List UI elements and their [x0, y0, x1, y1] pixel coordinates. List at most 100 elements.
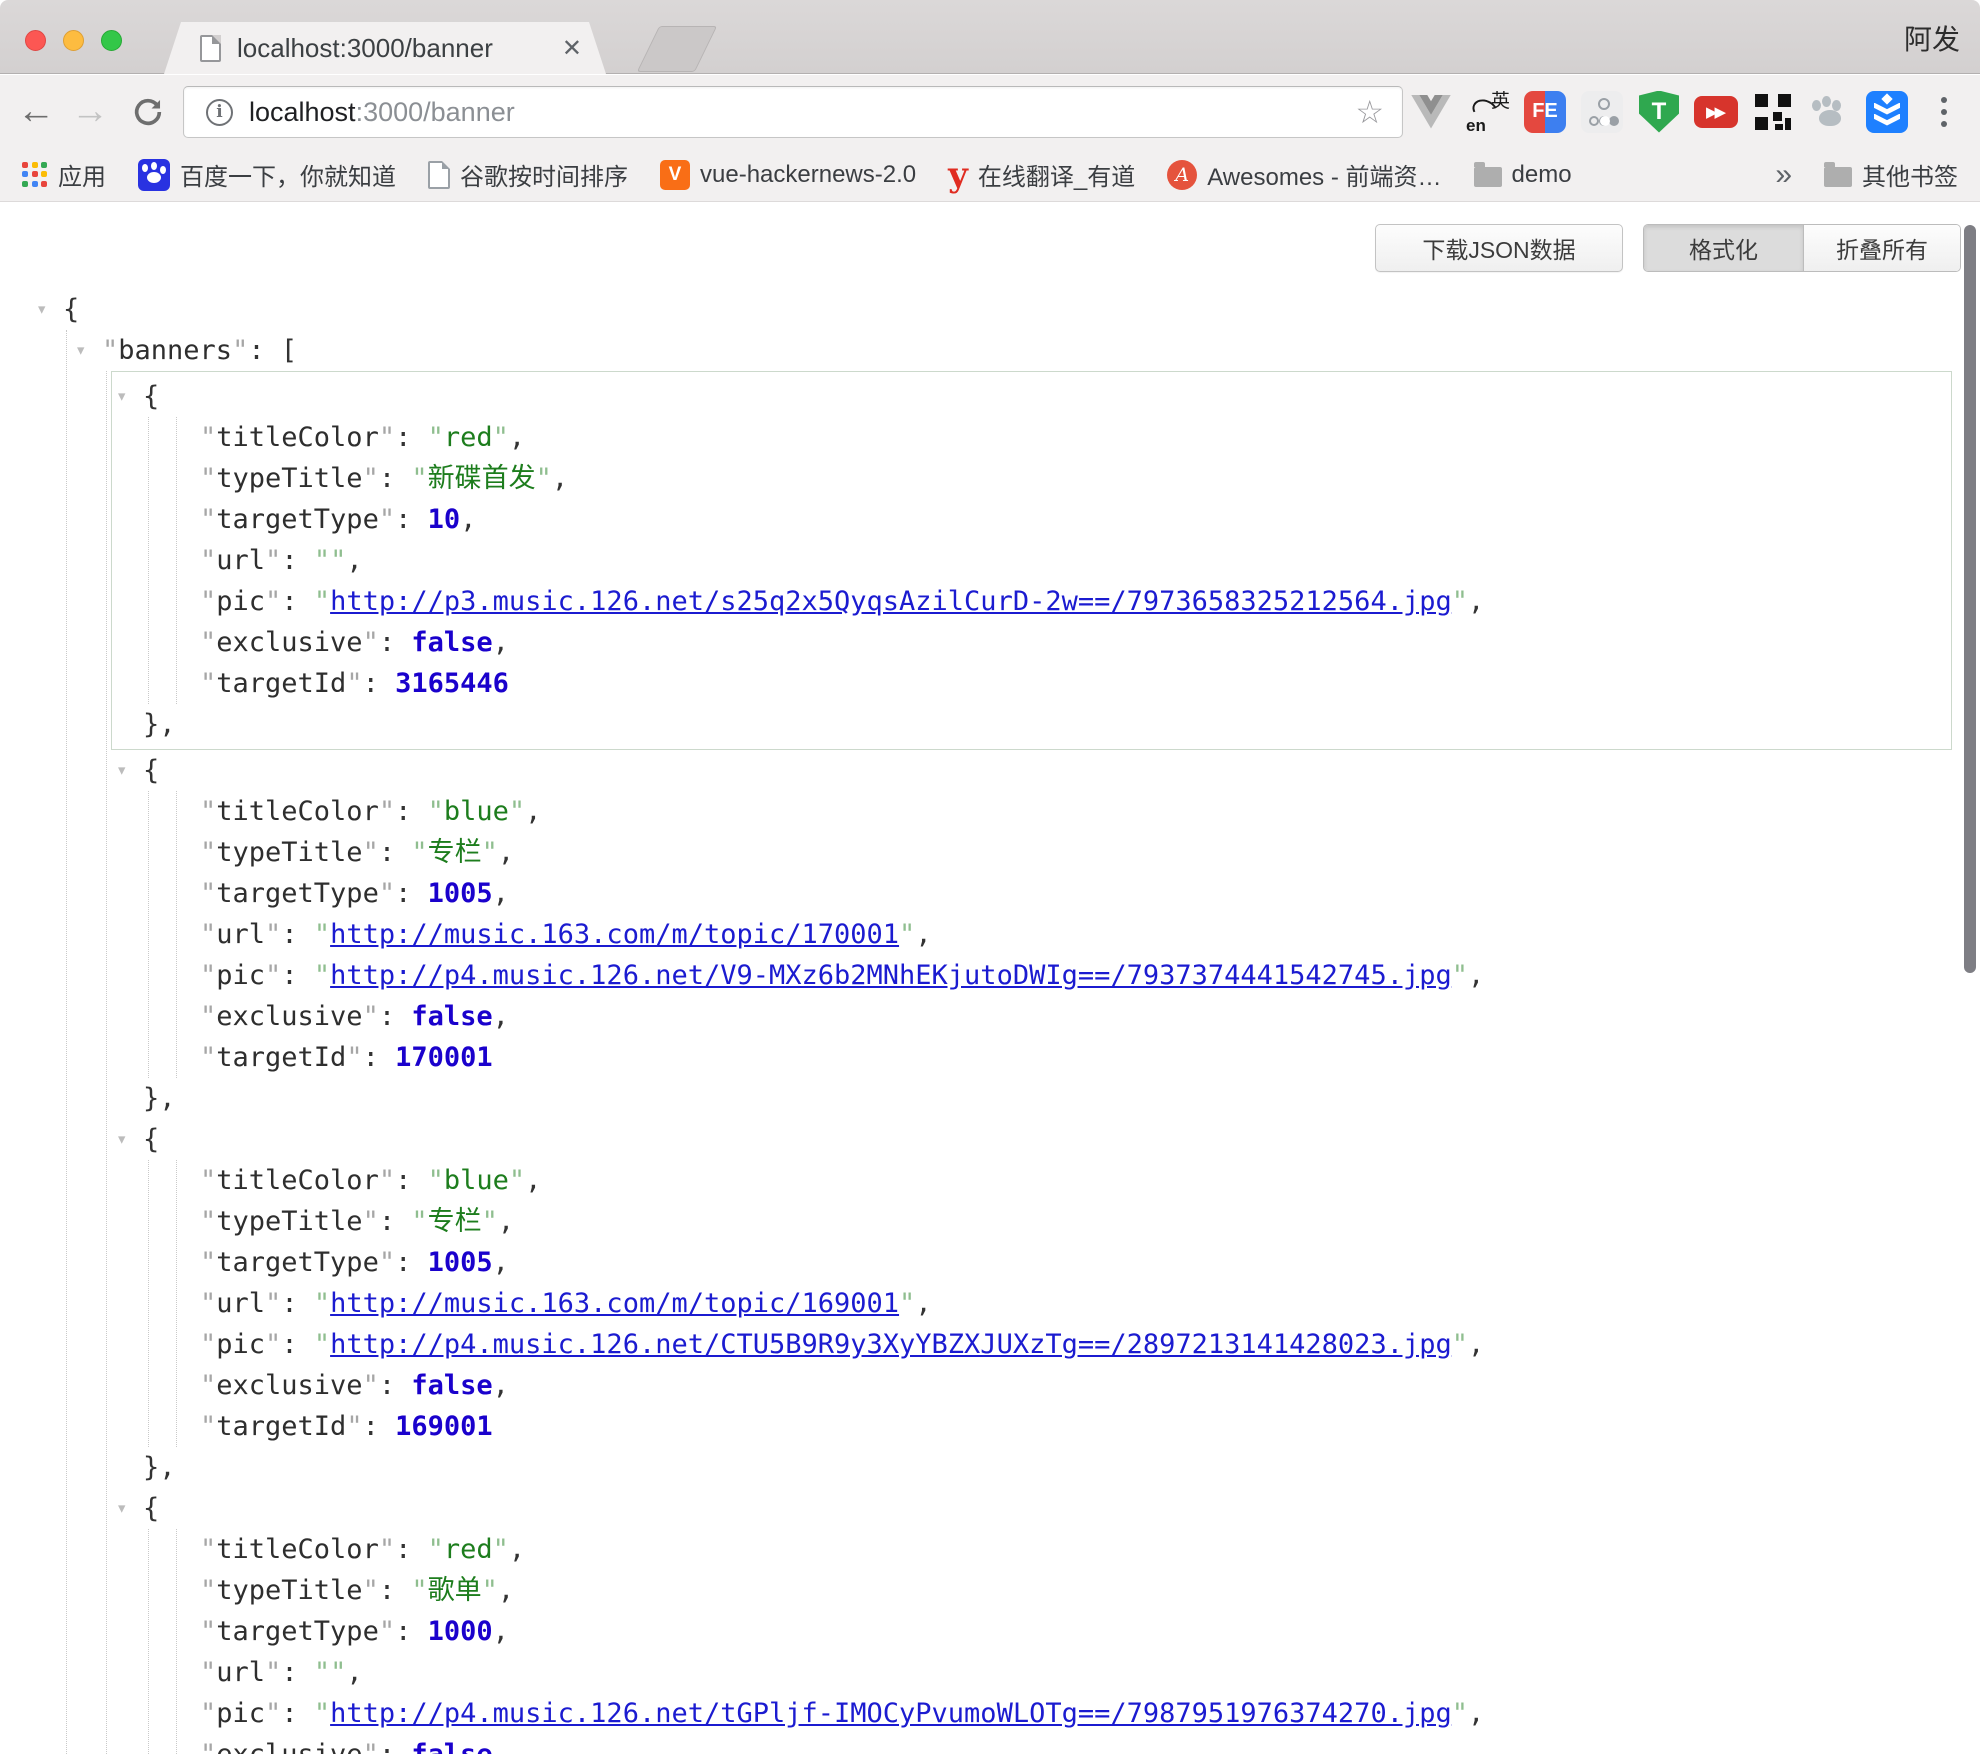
- bookmark-google-sort[interactable]: 谷歌按时间排序: [428, 157, 628, 192]
- json-string: red: [444, 422, 493, 453]
- json-jp: ,: [1468, 960, 1484, 991]
- json-jq: ": [200, 1165, 216, 1196]
- bookmark-baidu[interactable]: 百度一下，你就知道: [138, 157, 396, 192]
- other-bookmarks[interactable]: 其他书签: [1824, 157, 1958, 192]
- json-jq: ": [200, 627, 216, 658]
- json-jq: ": [200, 1206, 216, 1237]
- sitemap-icon[interactable]: [1580, 90, 1624, 134]
- collapse-all-button[interactable]: 折叠所有: [1804, 225, 1960, 271]
- bookmark-awesomes[interactable]: A Awesomes - 前端资…: [1167, 157, 1441, 192]
- json-jp: :: [281, 1329, 314, 1360]
- json-jq: ": [265, 545, 281, 576]
- json-number: 170001: [395, 1042, 493, 1073]
- page-info-icon[interactable]: i: [206, 99, 233, 126]
- json-jq: ": [200, 545, 216, 576]
- json-jqs: ": [428, 796, 444, 827]
- json-jp: ,: [915, 919, 931, 950]
- bookmark-star-icon[interactable]: ☆: [1355, 93, 1384, 131]
- json-property-targetId: "targetId": 169001: [0, 1406, 1980, 1447]
- reload-button[interactable]: [126, 75, 170, 148]
- json-jp: :: [379, 627, 412, 658]
- json-jp: ,: [915, 1288, 931, 1319]
- json-string: 专栏: [428, 1206, 482, 1237]
- json-string: blue: [444, 796, 509, 827]
- new-tab-button[interactable]: [637, 26, 717, 72]
- json-jp: ,: [493, 878, 509, 909]
- json-link[interactable]: http://p3.music.126.net/s25q2x5QyqsAzilC…: [330, 586, 1452, 617]
- tampermonkey-icon[interactable]: T: [1637, 90, 1681, 134]
- json-link[interactable]: http://p4.music.126.net/CTU5B9R9y3XyYBZX…: [330, 1329, 1452, 1360]
- json-jqs: ": [536, 463, 552, 494]
- json-boolean: false: [411, 1370, 492, 1401]
- json-banners-key: ▾"banners": [: [0, 330, 1980, 371]
- bookmark-apps[interactable]: 应用: [22, 157, 106, 192]
- json-jq: ": [265, 1329, 281, 1360]
- browser-menu-icon[interactable]: [1922, 90, 1966, 134]
- json-jq: ": [200, 960, 216, 991]
- expand-toggle-icon[interactable]: ▾: [116, 1119, 127, 1160]
- json-number: 1005: [428, 878, 493, 909]
- vue-devtools-icon[interactable]: [1409, 90, 1453, 134]
- expand-toggle-icon[interactable]: ▾: [116, 750, 127, 791]
- three-dots-icon: [1939, 90, 1949, 134]
- video-speed-icon[interactable]: ▶▶: [1694, 90, 1738, 134]
- json-jp: ,: [498, 837, 514, 868]
- expand-toggle-icon[interactable]: ▾: [116, 376, 127, 417]
- json-jqs: ": [509, 796, 525, 827]
- minimize-window-button[interactable]: [63, 30, 84, 51]
- json-jp: ,: [525, 1165, 541, 1196]
- json-key: exclusive: [216, 1001, 362, 1032]
- json-link[interactable]: http://music.163.com/m/topic/169001: [330, 1288, 899, 1319]
- json-string: red: [444, 1534, 493, 1565]
- json-jq: ": [200, 1247, 216, 1278]
- json-jq: ": [200, 1288, 216, 1319]
- fehelper-icon[interactable]: FE: [1523, 90, 1567, 134]
- juejin-icon[interactable]: [1865, 90, 1909, 134]
- fullscreen-window-button[interactable]: [101, 30, 122, 51]
- bookmark-vue-hackernews[interactable]: V vue-hackernews-2.0: [660, 160, 916, 190]
- back-button[interactable]: ←: [14, 75, 58, 148]
- browser-tab[interactable]: localhost:3000/banner ✕: [164, 22, 606, 74]
- json-jq: ": [200, 504, 216, 535]
- qr-glyph-icon: [1755, 94, 1791, 130]
- json-property-targetId: "targetId": 3165446: [112, 663, 1951, 704]
- qrcode-icon[interactable]: [1751, 90, 1795, 134]
- json-jp: :: [281, 960, 314, 991]
- json-property-targetId: "targetId": 170001: [0, 1037, 1980, 1078]
- bookmark-youdao[interactable]: y 在线翻译_有道: [948, 157, 1135, 192]
- json-jp: :: [363, 668, 396, 699]
- json-jp: ,: [159, 1452, 175, 1483]
- translate-icon[interactable]: 英 en: [1466, 90, 1510, 134]
- bookmark-demo-folder[interactable]: demo: [1474, 161, 1572, 189]
- json-jq: ": [363, 1575, 379, 1606]
- json-jq: ": [363, 837, 379, 868]
- bookmarks-overflow-chevron[interactable]: »: [1775, 158, 1792, 192]
- expand-toggle-icon[interactable]: ▾: [75, 330, 86, 371]
- json-link[interactable]: http://music.163.com/m/topic/170001: [330, 919, 899, 950]
- json-link[interactable]: http://p4.music.126.net/tGPljf-IMOCyPvum…: [330, 1698, 1452, 1729]
- json-key: targetId: [216, 1411, 346, 1442]
- json-jq: ": [200, 1001, 216, 1032]
- json-link[interactable]: http://p4.music.126.net/V9-MXz6b2MNhEKju…: [330, 960, 1452, 991]
- expand-toggle-icon[interactable]: ▾: [36, 289, 47, 330]
- json-jqs: ": [314, 545, 330, 576]
- close-window-button[interactable]: [25, 30, 46, 51]
- json-jq: ": [200, 1411, 216, 1442]
- json-jbrace: {: [143, 1493, 159, 1524]
- format-button[interactable]: 格式化: [1644, 225, 1804, 271]
- url-host: localhost: [249, 97, 356, 127]
- download-json-button[interactable]: 下载JSON数据: [1375, 224, 1623, 272]
- address-bar[interactable]: i localhost:3000/banner ☆: [183, 86, 1403, 138]
- profile-name[interactable]: 阿发: [1904, 18, 1960, 58]
- highlight-box: ▾{"titleColor": "red","typeTitle": "新碟首发…: [111, 371, 1952, 750]
- expand-toggle-icon[interactable]: ▾: [116, 1488, 127, 1529]
- json-jq: ": [379, 1616, 395, 1647]
- paw-icon[interactable]: [1808, 90, 1852, 134]
- tab-close-icon[interactable]: ✕: [562, 34, 582, 63]
- json-jqs: ": [428, 422, 444, 453]
- json-jq: ": [200, 1698, 216, 1729]
- json-string: 新碟首发: [428, 463, 536, 494]
- json-property-targetType: "targetType": 10,: [112, 499, 1951, 540]
- json-jp: :: [379, 463, 412, 494]
- json-key: exclusive: [216, 627, 362, 658]
